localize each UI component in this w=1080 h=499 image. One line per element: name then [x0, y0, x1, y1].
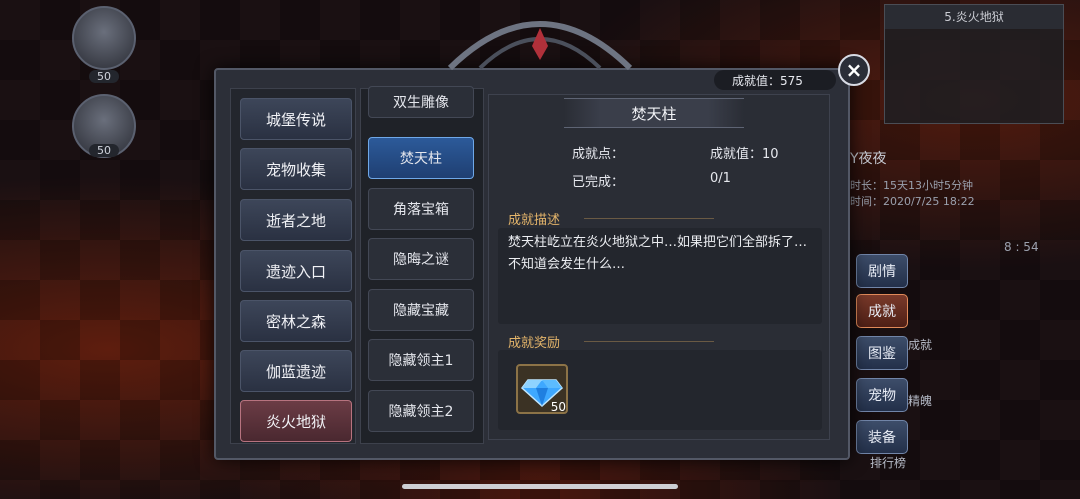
achievement-item-selected[interactable]: 焚天柱	[368, 137, 474, 179]
player-name: Y夜夜	[850, 151, 887, 167]
achievement-item[interactable]: 隐藏领主1	[368, 339, 474, 381]
description-title: 成就描述	[508, 213, 561, 228]
minimap-title: 5.炎火地狱	[885, 5, 1063, 29]
close-button[interactable]: ×	[838, 54, 870, 86]
reward-count: 50	[550, 400, 566, 414]
achievement-item[interactable]: 隐藏领主2	[368, 390, 474, 432]
hero-level-1: 50	[89, 70, 119, 83]
tab-codex[interactable]: 图鉴	[856, 336, 908, 370]
tab-achievement-sub: 成就	[908, 338, 933, 352]
achievement-item[interactable]: 角落宝箱	[368, 188, 474, 230]
tab-equipment-sub: 排行榜	[870, 456, 907, 470]
tab-story[interactable]: 剧情	[856, 254, 908, 288]
category-pet-collection[interactable]: 宠物收集	[240, 148, 352, 190]
clock: 8 : 54	[1004, 240, 1039, 254]
completed-label: 已完成：	[572, 175, 625, 190]
category-castle-legend[interactable]: 城堡传说	[240, 98, 352, 140]
achievement-item[interactable]: 隐藏宝藏	[368, 289, 474, 331]
achievement-title: 焚天柱	[564, 98, 744, 128]
hero-portrait-1[interactable]	[72, 6, 136, 70]
tab-equipment[interactable]: 装备	[856, 420, 908, 454]
play-duration: 时长：15天13小时5分钟	[850, 179, 973, 192]
category-flame-hell[interactable]: 炎火地狱	[240, 400, 352, 442]
reward-title: 成就奖励	[508, 336, 561, 351]
points-label: 成就点：	[572, 147, 625, 162]
reward-divider	[584, 341, 714, 342]
category-ruins-entrance[interactable]: 遗迹入口	[240, 250, 352, 292]
achievement-item[interactable]: 双生雕像	[368, 86, 474, 118]
category-galan-ruins[interactable]: 伽蓝遗迹	[240, 350, 352, 392]
save-date: 时间：2020/7/25 18:22	[850, 195, 975, 208]
points-value: 成就值：10	[710, 147, 779, 162]
home-indicator[interactable]	[402, 484, 678, 489]
category-land-of-dead[interactable]: 逝者之地	[240, 199, 352, 241]
minimap[interactable]: 5.炎火地狱	[884, 4, 1064, 124]
description-text: 焚天柱屹立在炎火地狱之中…如果把它们全部拆了…不知道会发生什么…	[508, 235, 808, 272]
tab-pet[interactable]: 宠物	[856, 378, 908, 412]
tab-codex-sub: 精魄	[908, 394, 933, 408]
description-divider	[584, 218, 714, 219]
category-dense-forest[interactable]: 密林之森	[240, 300, 352, 342]
tab-achievement[interactable]: 成就	[856, 294, 908, 328]
achievement-score: 成就值：575	[714, 70, 836, 90]
hero-level-2: 50	[89, 144, 119, 157]
achievement-item[interactable]: 隐晦之谜	[368, 238, 474, 280]
completed-value: 0/1	[710, 171, 731, 186]
dialog-crest-icon	[447, 21, 633, 70]
